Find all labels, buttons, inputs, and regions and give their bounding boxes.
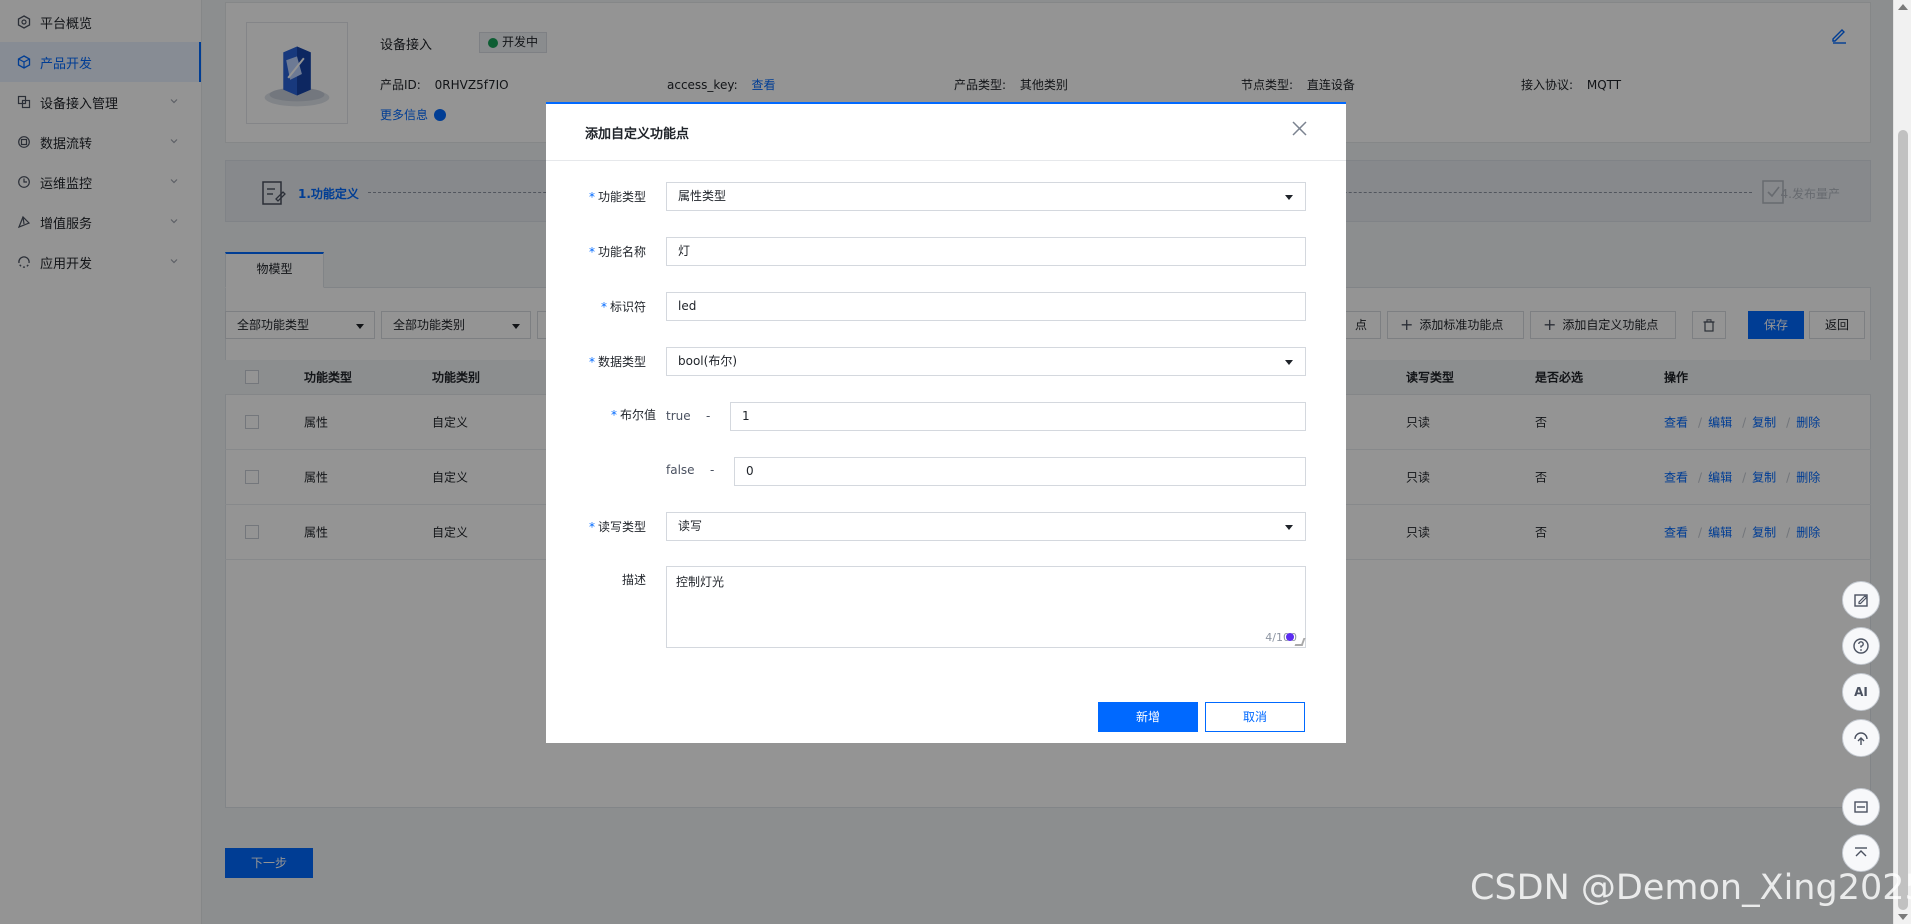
bool-false-input[interactable]: 0 — [734, 457, 1306, 486]
function-type-label-text: 功能类型 — [597, 190, 646, 204]
identifier-label: * 标识符 — [586, 298, 646, 315]
bool-value-label: * 布尔值 — [586, 406, 656, 423]
description-text: 控制灯光 — [676, 575, 725, 589]
data-type-label: * 数据类型 — [586, 353, 646, 370]
scroll-up-arrow-icon[interactable] — [1898, 4, 1908, 10]
rw-type-label: * 读写类型 — [586, 518, 646, 535]
bool-true-dash: - — [706, 409, 711, 423]
rw-type-value: 读写 — [678, 519, 703, 533]
dialog-divider — [546, 160, 1346, 161]
ai-icon: AI — [1854, 685, 1868, 699]
function-name-label: * 功能名称 — [586, 243, 646, 260]
dialog-title: 添加自定义功能点 — [585, 127, 690, 142]
required-mark: * — [600, 300, 607, 314]
required-mark: * — [588, 245, 595, 259]
cancel-button[interactable]: 取消 — [1205, 702, 1305, 732]
data-type-select[interactable]: bool(布尔) — [666, 347, 1306, 376]
add-custom-function-dialog: 添加自定义功能点 * 功能类型 属性类型 * 功能名称 灯 * 标识符 led * 数据… — [546, 102, 1346, 743]
help-icon — [1853, 638, 1869, 654]
collapse-button[interactable] — [1842, 788, 1880, 826]
identifier-label-text: 标识符 — [609, 300, 646, 314]
function-type-label: * 功能类型 — [586, 188, 646, 205]
service-icon — [1854, 732, 1868, 745]
function-name-label-text: 功能名称 — [597, 245, 646, 259]
watermark: CSDN @Demon_Xing2025 — [1470, 868, 1911, 908]
service-button[interactable] — [1842, 719, 1880, 757]
function-type-value: 属性类型 — [678, 189, 727, 203]
page-scrollbar[interactable] — [1893, 0, 1911, 924]
data-type-value: bool(布尔) — [678, 354, 737, 368]
cursor-dot-icon — [1286, 633, 1294, 641]
bool-true-input[interactable]: 1 — [730, 402, 1306, 431]
required-mark: * — [610, 408, 617, 422]
scroll-thumb[interactable] — [1898, 130, 1908, 910]
resize-handle-icon[interactable] — [1294, 638, 1306, 646]
caret-down-icon — [1285, 525, 1293, 530]
help-button[interactable] — [1842, 627, 1880, 665]
back-to-top-icon — [1855, 847, 1867, 857]
collapse-icon — [1854, 801, 1868, 813]
function-type-select[interactable]: 属性类型 — [666, 182, 1306, 211]
description-label: 描述 — [621, 573, 646, 587]
confirm-add-button[interactable]: 新增 — [1098, 702, 1198, 732]
required-mark: * — [588, 355, 595, 369]
identifier-input[interactable]: led — [666, 292, 1306, 321]
bool-false-key: false — [666, 463, 695, 477]
feedback-button[interactable] — [1842, 581, 1880, 619]
function-name-input[interactable]: 灯 — [666, 237, 1306, 266]
caret-down-icon — [1285, 195, 1293, 200]
back-to-top-button[interactable] — [1842, 834, 1880, 872]
caret-down-icon — [1285, 360, 1293, 365]
scroll-down-arrow-icon[interactable] — [1898, 914, 1908, 920]
ai-assistant-button[interactable]: AI — [1842, 673, 1880, 711]
required-mark: * — [588, 190, 595, 204]
description-textarea[interactable]: 控制灯光 4/100 — [666, 566, 1306, 648]
rw-type-label-text: 读写类型 — [597, 520, 646, 534]
bool-false-dash: - — [710, 463, 715, 477]
bool-true-key: true — [666, 409, 691, 423]
rw-type-select[interactable]: 读写 — [666, 512, 1306, 541]
bool-value-label-text: 布尔值 — [619, 408, 656, 422]
feedback-icon — [1854, 594, 1868, 607]
required-mark: * — [588, 520, 595, 534]
data-type-label-text: 数据类型 — [597, 355, 646, 369]
close-icon[interactable] — [1291, 120, 1308, 137]
